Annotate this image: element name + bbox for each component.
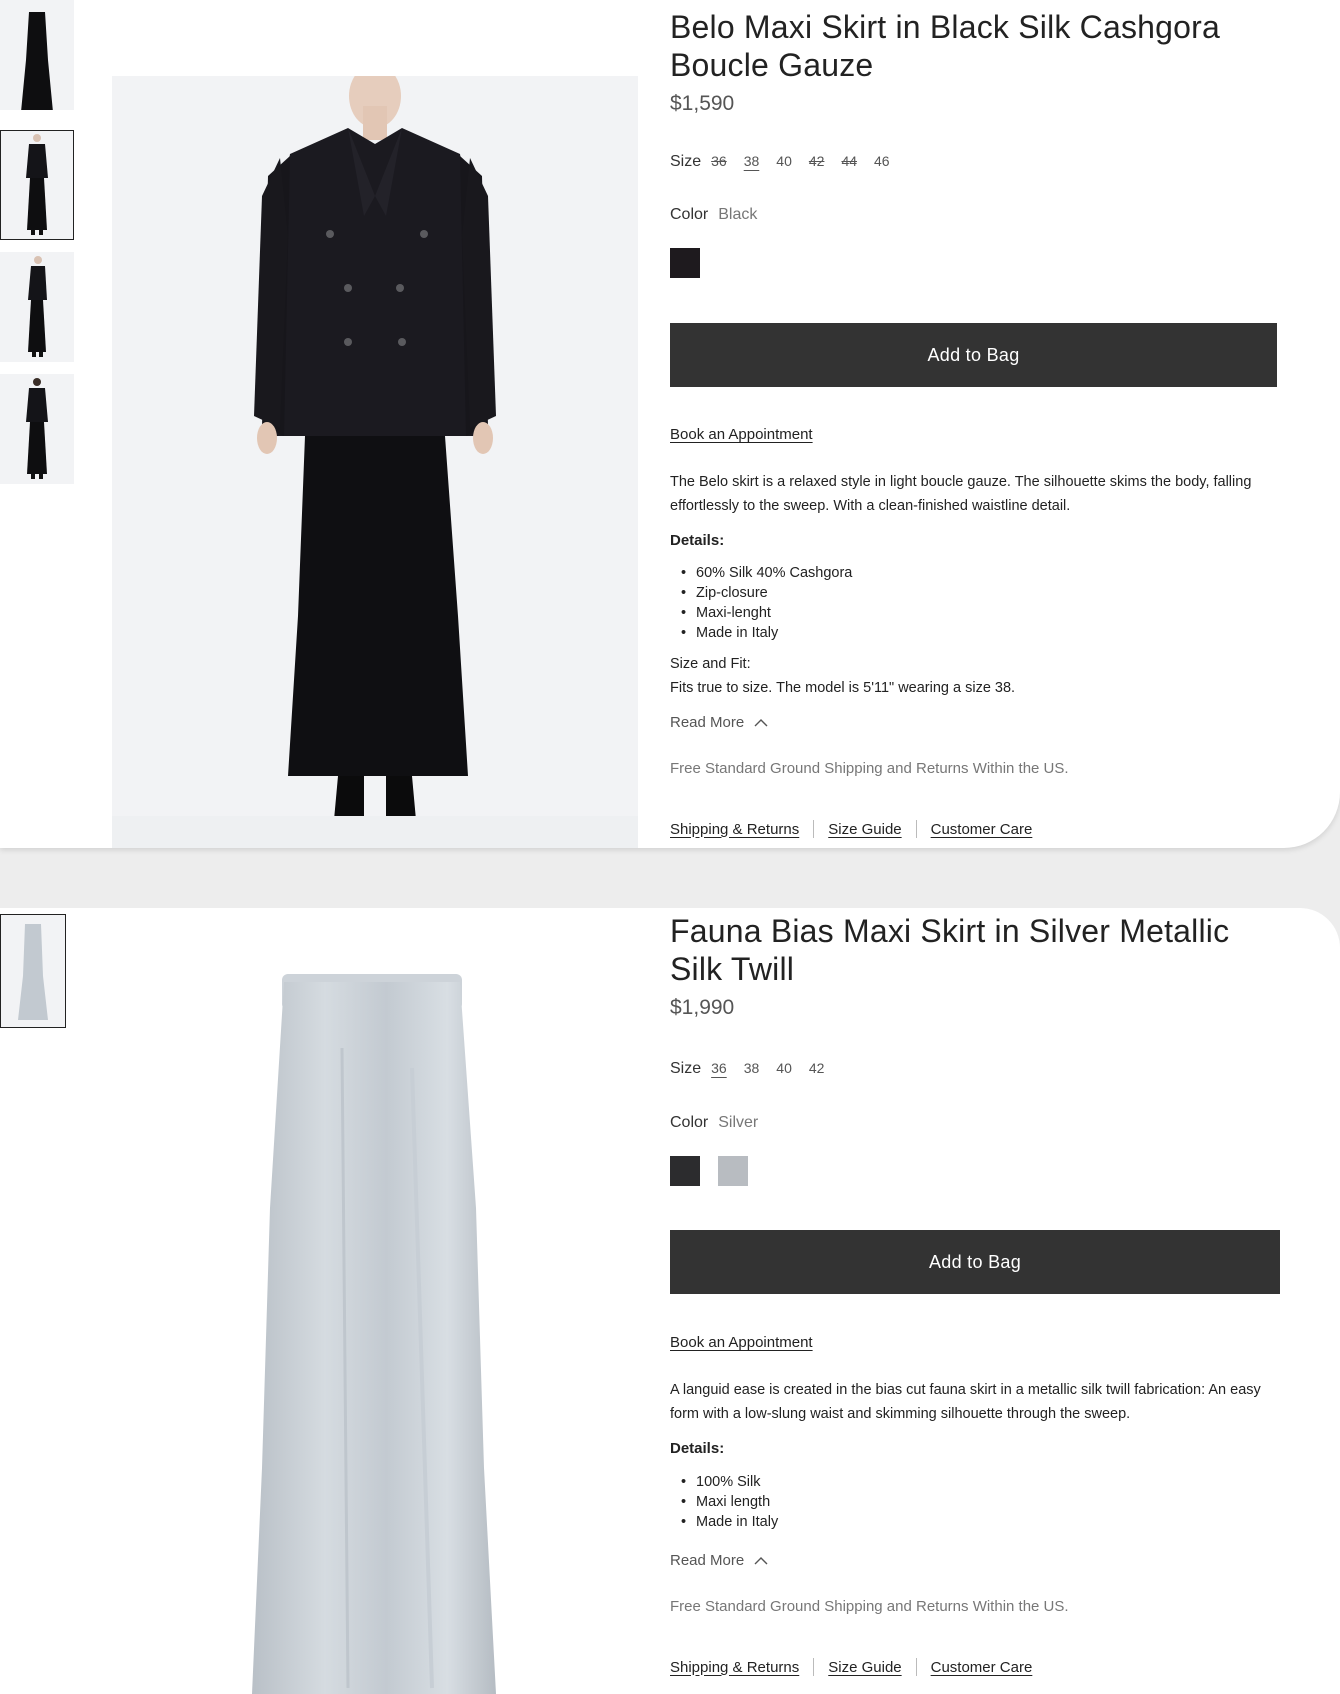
product-title: Belo Maxi Skirt in Black Silk Cashgora B… <box>670 9 1221 83</box>
color-swatch[interactable] <box>670 1156 700 1186</box>
footer-links: Shipping & Returns Size Guide Customer C… <box>670 1658 1032 1676</box>
thumbnail-outfit-front[interactable] <box>0 130 74 240</box>
size-option-46[interactable]: 46 <box>874 153 890 169</box>
size-option-44[interactable]: 44 <box>841 153 857 169</box>
details-heading: Details: <box>670 532 725 549</box>
detail-item: Maxi length <box>670 1492 778 1512</box>
size-option-40[interactable]: 40 <box>776 153 792 169</box>
color-swatches <box>670 1156 766 1186</box>
product-title: Fauna Bias Maxi Skirt in Silver Metallic… <box>670 913 1230 987</box>
add-to-bag-button[interactable]: Add to Bag <box>670 323 1277 387</box>
details-list: 100% SilkMaxi lengthMade in Italy <box>670 1472 778 1532</box>
size-option-40[interactable]: 40 <box>776 1060 792 1076</box>
link-divider <box>915 820 917 838</box>
product-description: The Belo skirt is a relaxed style in lig… <box>670 474 1252 514</box>
size-option-38[interactable]: 38 <box>744 1060 760 1076</box>
size-selector: Size 36 38 40 42 44 46 <box>670 153 907 171</box>
link-divider <box>813 1658 815 1676</box>
size-option-36[interactable]: 36 <box>711 1060 727 1076</box>
read-more-toggle[interactable]: Read More <box>670 714 768 731</box>
details-list: 60% Silk 40% CashgoraZip-closureMaxi-len… <box>670 563 852 643</box>
color-row: Color Silver <box>670 1114 758 1132</box>
chevron-up-icon <box>754 715 768 731</box>
color-label: Color <box>670 206 709 223</box>
size-guide-link[interactable]: Size Guide <box>828 1659 901 1676</box>
detail-item: 100% Silk <box>670 1472 778 1492</box>
size-fit-text: Fits true to size. The model is 5'11" we… <box>670 680 1016 696</box>
product-info: Fauna Bias Maxi Skirt in Silver Metallic… <box>670 912 1285 1676</box>
book-appointment-link[interactable]: Book an Appointment <box>670 1334 813 1351</box>
size-option-38[interactable]: 38 <box>744 153 760 169</box>
footer-links: Shipping & Returns Size Guide Customer C… <box>670 820 1032 838</box>
product-card-belo: Belo Maxi Skirt in Black Silk Cashgora B… <box>0 0 1340 848</box>
link-divider <box>915 1658 917 1676</box>
product-description: A languid ease is created in the bias cu… <box>670 1382 1261 1422</box>
product-main-image <box>112 908 638 1694</box>
size-selector: Size 36 38 40 42 <box>670 1060 841 1078</box>
product-main-image <box>112 76 638 848</box>
detail-item: Made in Italy <box>670 1512 778 1532</box>
customer-care-link[interactable]: Customer Care <box>931 821 1033 838</box>
thumbnail-outfit-back[interactable] <box>0 374 74 484</box>
add-to-bag-button[interactable]: Add to Bag <box>670 1230 1280 1294</box>
detail-item: Zip-closure <box>670 583 852 603</box>
product-card-fauna: Fauna Bias Maxi Skirt in Silver Metallic… <box>0 908 1340 1694</box>
detail-item: Made in Italy <box>670 623 852 643</box>
color-label: Color <box>670 1114 709 1131</box>
size-options: 36 38 40 42 <box>711 1060 841 1076</box>
color-swatch[interactable] <box>718 1156 748 1186</box>
read-more-label: Read More <box>670 1552 745 1569</box>
thumbnail-outfit-side[interactable] <box>0 252 74 362</box>
read-more-toggle[interactable]: Read More <box>670 1552 768 1569</box>
detail-item: 60% Silk 40% Cashgora <box>670 563 852 583</box>
book-appointment-link[interactable]: Book an Appointment <box>670 426 813 443</box>
shipping-note: Free Standard Ground Shipping and Return… <box>670 1598 1069 1615</box>
color-row: Color Black <box>670 206 757 224</box>
customer-care-link[interactable]: Customer Care <box>931 1659 1033 1676</box>
size-label: Size <box>670 153 702 170</box>
size-options: 36 38 40 42 44 46 <box>711 153 906 169</box>
chevron-up-icon <box>754 1553 768 1569</box>
thumbnail-skirt-silver[interactable] <box>0 914 66 1028</box>
size-fit-heading: Size and Fit: <box>670 656 751 672</box>
product-info: Belo Maxi Skirt in Black Silk Cashgora B… <box>670 8 1285 838</box>
size-label: Size <box>670 1060 702 1077</box>
size-option-42[interactable]: 42 <box>809 1060 825 1076</box>
details-heading: Details: <box>670 1440 725 1457</box>
color-swatch[interactable] <box>670 248 700 278</box>
read-more-label: Read More <box>670 714 745 731</box>
color-value: Black <box>718 206 758 223</box>
size-option-42[interactable]: 42 <box>809 153 825 169</box>
product-price: $1,990 <box>670 996 735 1019</box>
thumbnail-skirt-front[interactable] <box>0 0 74 110</box>
size-option-36[interactable]: 36 <box>711 153 727 169</box>
detail-item: Maxi-lenght <box>670 603 852 623</box>
shipping-returns-link[interactable]: Shipping & Returns <box>670 821 799 838</box>
product-price: $1,590 <box>670 92 735 115</box>
shipping-returns-link[interactable]: Shipping & Returns <box>670 1659 799 1676</box>
shipping-note: Free Standard Ground Shipping and Return… <box>670 760 1069 777</box>
link-divider <box>813 820 815 838</box>
color-swatches <box>670 248 718 278</box>
size-guide-link[interactable]: Size Guide <box>828 821 901 838</box>
color-value: Silver <box>718 1114 759 1131</box>
